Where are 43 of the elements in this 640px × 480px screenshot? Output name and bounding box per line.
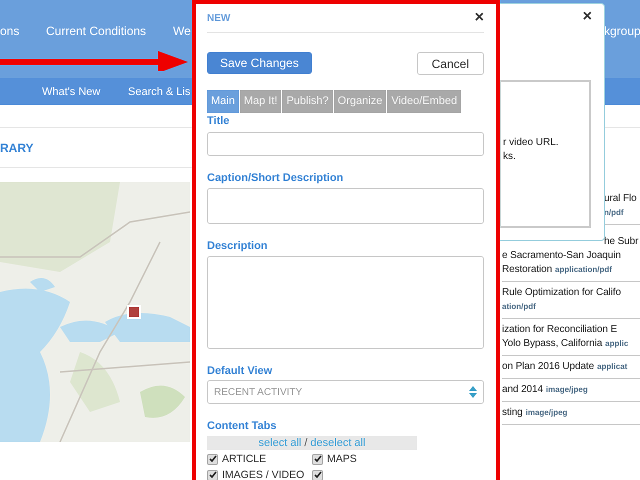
document-row[interactable]: and 2014 image/jpeg <box>502 379 640 402</box>
document-title[interactable]: he Subr <box>604 235 638 249</box>
checkbox-label: ARTICLE <box>222 453 266 465</box>
document-title[interactable]: ization for Reconciliation E <box>502 323 618 337</box>
document-row[interactable]: Rule Optimization for Califo ation/pdf <box>502 282 640 319</box>
document-title[interactable]: Rule Optimization for Califo <box>502 286 621 300</box>
cancel-button[interactable]: Cancel <box>416 52 484 75</box>
checkbox[interactable] <box>207 454 218 464</box>
checkbox[interactable] <box>207 470 218 480</box>
document-title[interactable]: on Plan 2016 Update <box>502 360 594 374</box>
file-type: applic <box>605 338 628 350</box>
file-type: ation/pdf <box>502 301 536 313</box>
checkbox-label: IMAGES / VIDEO <box>222 469 304 480</box>
modal-title: NEW <box>207 12 230 24</box>
document-title[interactable]: Restoration <box>502 263 552 277</box>
input-field[interactable] <box>207 132 484 156</box>
checkbox[interactable] <box>312 454 323 464</box>
field-label: Title <box>207 114 230 128</box>
help-text: r video URL. <box>502 136 560 150</box>
file-type: application/pdf <box>555 264 612 276</box>
file-type: image/jpeg <box>526 407 568 419</box>
help-text: ks. <box>502 150 517 164</box>
close-icon[interactable]: × <box>582 8 592 26</box>
updown-icon <box>469 385 477 399</box>
close-icon[interactable]: × <box>474 9 484 27</box>
file-type: image/jpeg <box>546 384 588 396</box>
document-row[interactable]: sting image/jpeg <box>502 402 640 425</box>
field-label: Default View <box>207 364 274 378</box>
field-label: Content Tabs <box>207 419 278 433</box>
document-title[interactable]: and 2014 <box>502 383 543 397</box>
checkbox[interactable] <box>312 470 323 480</box>
field-label: Caption/Short Description <box>207 171 344 185</box>
document-title[interactable]: Yolo Bypass, California <box>502 337 602 351</box>
document-title[interactable]: sting <box>502 406 523 420</box>
field-label: Description <box>207 239 269 253</box>
document-title[interactable]: e Sacramento-San Joaquin <box>502 249 621 263</box>
file-type: n/pdf <box>604 207 624 219</box>
save-button[interactable]: Save Changes <box>207 52 312 74</box>
checkbox-label: MAPS <box>327 453 357 465</box>
document-row[interactable]: on Plan 2016 Update applicat <box>502 356 640 379</box>
separator: / <box>304 437 308 449</box>
file-type: applicat <box>597 361 628 373</box>
document-row[interactable]: ization for Reconciliation E Yolo Bypass, California applic <box>502 319 640 356</box>
